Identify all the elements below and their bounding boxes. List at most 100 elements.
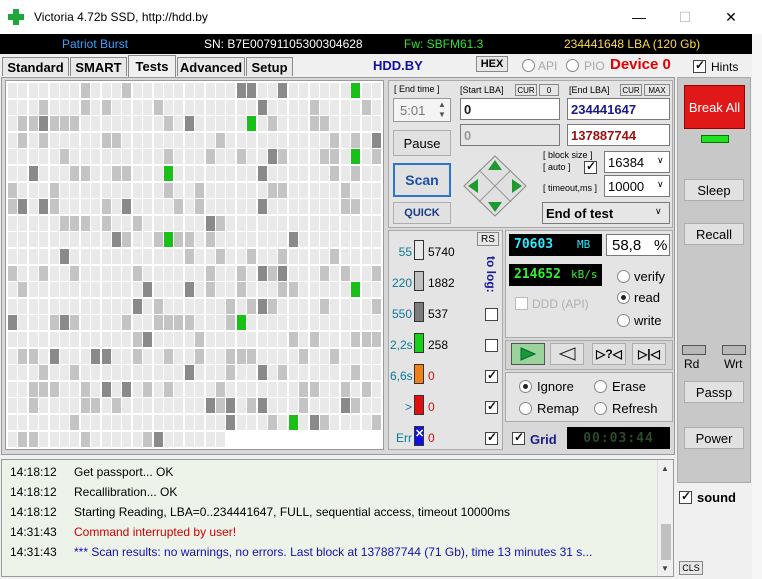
tab-advanced[interactable]: Advanced bbox=[177, 57, 245, 76]
scan-button[interactable]: Scan bbox=[393, 163, 451, 197]
butterfly-icon[interactable]: ▷|◁ bbox=[632, 343, 666, 365]
rs-button[interactable]: RS bbox=[477, 232, 499, 246]
scan-block bbox=[101, 282, 111, 298]
scan-block bbox=[226, 298, 236, 314]
cls-button[interactable]: CLS bbox=[679, 561, 703, 575]
tab-tests[interactable]: Tests bbox=[128, 55, 176, 77]
scan-block bbox=[49, 249, 59, 264]
power-button[interactable]: Power bbox=[684, 427, 744, 449]
end-lba-input[interactable]: 234441647 bbox=[567, 98, 670, 120]
direction-pad-icon[interactable] bbox=[462, 154, 528, 218]
scan-block bbox=[257, 415, 267, 430]
scan-block bbox=[28, 315, 38, 331]
legend-count: 0 bbox=[428, 400, 435, 414]
scan-block bbox=[372, 199, 381, 215]
site-label: HDD.BY bbox=[373, 58, 423, 73]
device-label[interactable]: Device 0 bbox=[610, 56, 671, 73]
scan-block bbox=[340, 132, 350, 148]
erase-radio[interactable] bbox=[594, 380, 607, 393]
scan-block bbox=[320, 415, 329, 430]
legend-log-checkbox[interactable] bbox=[485, 308, 498, 321]
ignore-radio[interactable] bbox=[519, 380, 532, 393]
scan-block bbox=[330, 149, 340, 165]
sound-checkbox[interactable] bbox=[679, 489, 692, 504]
scan-block bbox=[122, 232, 132, 248]
tab-setup[interactable]: Setup bbox=[246, 57, 293, 76]
scan-block bbox=[101, 116, 111, 132]
pause-button[interactable]: Pause bbox=[393, 130, 451, 156]
scan-block bbox=[70, 381, 80, 397]
timeout-select[interactable]: 10000 ∨ bbox=[604, 175, 670, 197]
legend-log-checkbox[interactable] bbox=[485, 430, 498, 445]
break-all-button[interactable]: Break All bbox=[684, 85, 745, 129]
scroll-down-icon[interactable]: ▼ bbox=[661, 564, 669, 573]
scan-block bbox=[80, 116, 90, 132]
scan-block bbox=[91, 265, 101, 281]
scan-block bbox=[195, 232, 205, 248]
verify-label: verify bbox=[634, 269, 666, 284]
scan-block bbox=[340, 232, 350, 248]
tab-smart[interactable]: SMART bbox=[70, 57, 127, 76]
rewind-icon[interactable] bbox=[550, 343, 584, 365]
refresh-radio[interactable] bbox=[594, 402, 607, 415]
read-radio[interactable] bbox=[617, 291, 630, 304]
start-cur-button[interactable]: CUR bbox=[515, 84, 537, 96]
scroll-thumb[interactable] bbox=[661, 524, 671, 560]
play-icon[interactable] bbox=[511, 343, 545, 365]
scan-block bbox=[205, 249, 215, 264]
hints-checkbox[interactable] bbox=[693, 58, 706, 73]
quick-button[interactable]: QUICK bbox=[393, 202, 451, 224]
close-icon[interactable]: ✕ bbox=[708, 0, 754, 34]
scan-block bbox=[18, 265, 28, 281]
hex-button[interactable]: HEX bbox=[476, 56, 508, 72]
start-lba-input[interactable]: 0 bbox=[460, 98, 560, 120]
scan-block bbox=[80, 315, 90, 331]
log-time: 14:31:43 bbox=[10, 545, 57, 559]
scan-block bbox=[60, 431, 69, 447]
scan-block bbox=[39, 315, 49, 331]
log-scrollbar[interactable]: ▲ ▼ bbox=[657, 460, 673, 576]
end-time-input[interactable]: 5:01 ▲ ▼ bbox=[393, 98, 451, 122]
sleep-button[interactable]: Sleep bbox=[684, 179, 744, 201]
scan-block bbox=[70, 149, 80, 165]
grid-checkbox[interactable] bbox=[512, 430, 525, 445]
remap-radio[interactable] bbox=[519, 402, 532, 415]
scan-block bbox=[372, 381, 381, 397]
end-cur-button[interactable]: CUR bbox=[620, 84, 642, 96]
scroll-up-icon[interactable]: ▲ bbox=[661, 464, 669, 473]
random-seek-icon[interactable]: ▷?◁ bbox=[592, 343, 626, 365]
start-zero-button[interactable]: 0 bbox=[539, 84, 559, 96]
legend-log-checkbox[interactable] bbox=[485, 368, 498, 383]
scan-block bbox=[184, 132, 194, 148]
scan-block bbox=[299, 182, 309, 198]
write-radio[interactable] bbox=[617, 314, 630, 327]
scan-block bbox=[39, 381, 49, 397]
scan-block bbox=[80, 215, 90, 231]
scan-block bbox=[8, 332, 17, 347]
legend-log-checkbox[interactable] bbox=[485, 339, 498, 352]
end-max-button[interactable]: MAX bbox=[644, 84, 670, 96]
scan-block bbox=[153, 249, 163, 264]
recall-button[interactable]: Recall bbox=[684, 223, 744, 245]
scan-block bbox=[268, 415, 277, 430]
scan-block bbox=[18, 182, 28, 198]
ddd-checkbox[interactable] bbox=[515, 297, 528, 310]
legend-log-checkbox[interactable] bbox=[485, 399, 498, 414]
end-time-spinner-icon[interactable]: ▲ ▼ bbox=[438, 100, 446, 120]
auto-checkbox[interactable] bbox=[584, 159, 597, 174]
scan-block bbox=[299, 398, 309, 414]
scan-block bbox=[278, 315, 288, 331]
block-size-select[interactable]: 16384 ∨ bbox=[604, 151, 670, 173]
scan-block bbox=[143, 166, 153, 181]
pio-radio[interactable] bbox=[566, 59, 579, 72]
scan-block bbox=[268, 199, 277, 215]
minimize-icon[interactable]: — bbox=[616, 0, 662, 34]
scan-block bbox=[49, 315, 59, 331]
passp-button[interactable]: Passp bbox=[684, 381, 744, 403]
tab-standard[interactable]: Standard bbox=[2, 57, 69, 76]
verify-radio[interactable] bbox=[617, 270, 630, 283]
api-radio[interactable] bbox=[522, 59, 535, 72]
end-mode-select[interactable]: End of test ∨ bbox=[542, 202, 670, 224]
scan-block bbox=[91, 166, 101, 181]
maximize-icon[interactable]: ☐ bbox=[662, 0, 708, 34]
